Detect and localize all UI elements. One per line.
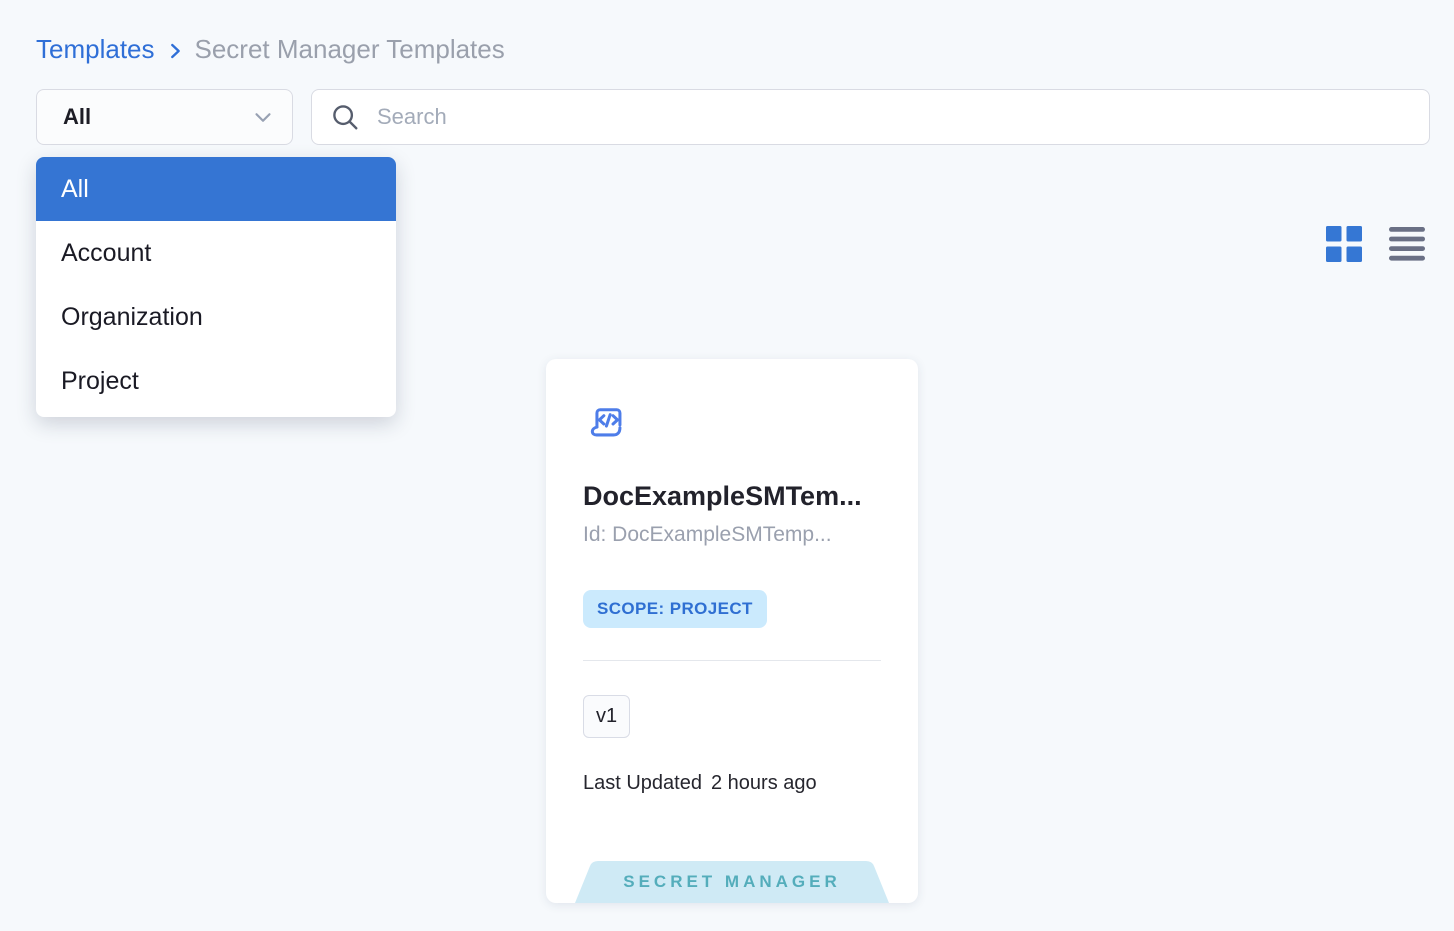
- scope-filter-selected-value: All: [63, 104, 91, 130]
- last-updated-label: Last Updated: [583, 772, 702, 795]
- secret-manager-template-icon: [584, 399, 630, 450]
- module-tag: SECRET MANAGER: [575, 861, 889, 903]
- breadcrumb-templates-link[interactable]: Templates: [36, 34, 155, 65]
- search-input[interactable]: [375, 103, 1411, 131]
- last-updated-value: 2 hours ago: [711, 772, 817, 795]
- card-divider: [583, 660, 881, 661]
- search-box[interactable]: [311, 89, 1430, 145]
- menu-item-all[interactable]: All: [36, 157, 396, 221]
- template-id: Id: DocExampleSMTemp...: [583, 523, 832, 547]
- scope-badge: SCOPE: PROJECT: [583, 590, 767, 628]
- menu-item-account[interactable]: Account: [36, 221, 396, 285]
- scope-filter-dropdown[interactable]: All: [36, 89, 293, 145]
- view-toggle-group: [1326, 226, 1425, 262]
- version-chip[interactable]: v1: [583, 695, 630, 738]
- grid-view-icon[interactable]: [1326, 226, 1362, 262]
- template-card[interactable]: DocExampleSMTem... Id: DocExampleSMTemp.…: [546, 359, 918, 903]
- menu-item-project[interactable]: Project: [36, 349, 396, 413]
- list-view-icon[interactable]: [1389, 227, 1425, 261]
- template-title: DocExampleSMTem...: [583, 481, 862, 512]
- scope-filter-menu: All Account Organization Project: [36, 157, 396, 417]
- breadcrumb: Templates Secret Manager Templates: [36, 34, 505, 65]
- chevron-down-icon: [250, 104, 276, 130]
- menu-item-organization[interactable]: Organization: [36, 285, 396, 349]
- chevron-right-icon: [164, 40, 186, 62]
- module-tag-label: SECRET MANAGER: [623, 872, 841, 892]
- last-updated-row: Last Updated 2 hours ago: [583, 772, 817, 795]
- search-icon: [330, 102, 360, 132]
- breadcrumb-current-page: Secret Manager Templates: [195, 34, 505, 65]
